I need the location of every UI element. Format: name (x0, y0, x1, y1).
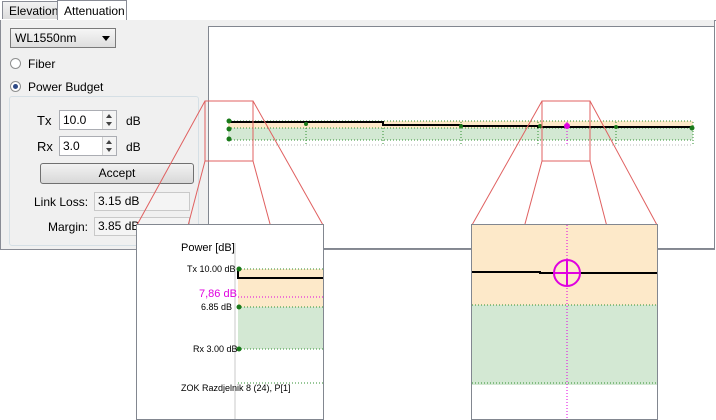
crosshair-marker-icon[interactable] (553, 259, 581, 287)
zoom-left-marker-label: 7,86 dB (199, 288, 237, 300)
zoom-right-budget-band (472, 225, 657, 305)
zoom-left-axis-title: Power [dB] (181, 242, 235, 254)
zoom-left-margin-band (238, 307, 323, 349)
overview-marker-point (564, 123, 570, 129)
zoom-left-rx-label: Rx 3.00 dB (193, 344, 238, 354)
zoom-left-tx-label: Tx 10.00 dB (187, 264, 236, 274)
zoom-left-budget-band (238, 269, 323, 307)
zoom-panel-right (471, 224, 658, 420)
zoom-left-bottom-label: ZOK Razdjelnik 8 (24), P[1] (181, 383, 291, 393)
zoom-panel-left: Power [dB] Tx 10.00 dB 7,86 dB 6.85 dB R… (136, 224, 324, 420)
zoom-right-plot (472, 225, 657, 419)
zoom-left-level-label: 6.85 dB (201, 302, 233, 312)
zoom-right-margin-band (472, 305, 657, 385)
